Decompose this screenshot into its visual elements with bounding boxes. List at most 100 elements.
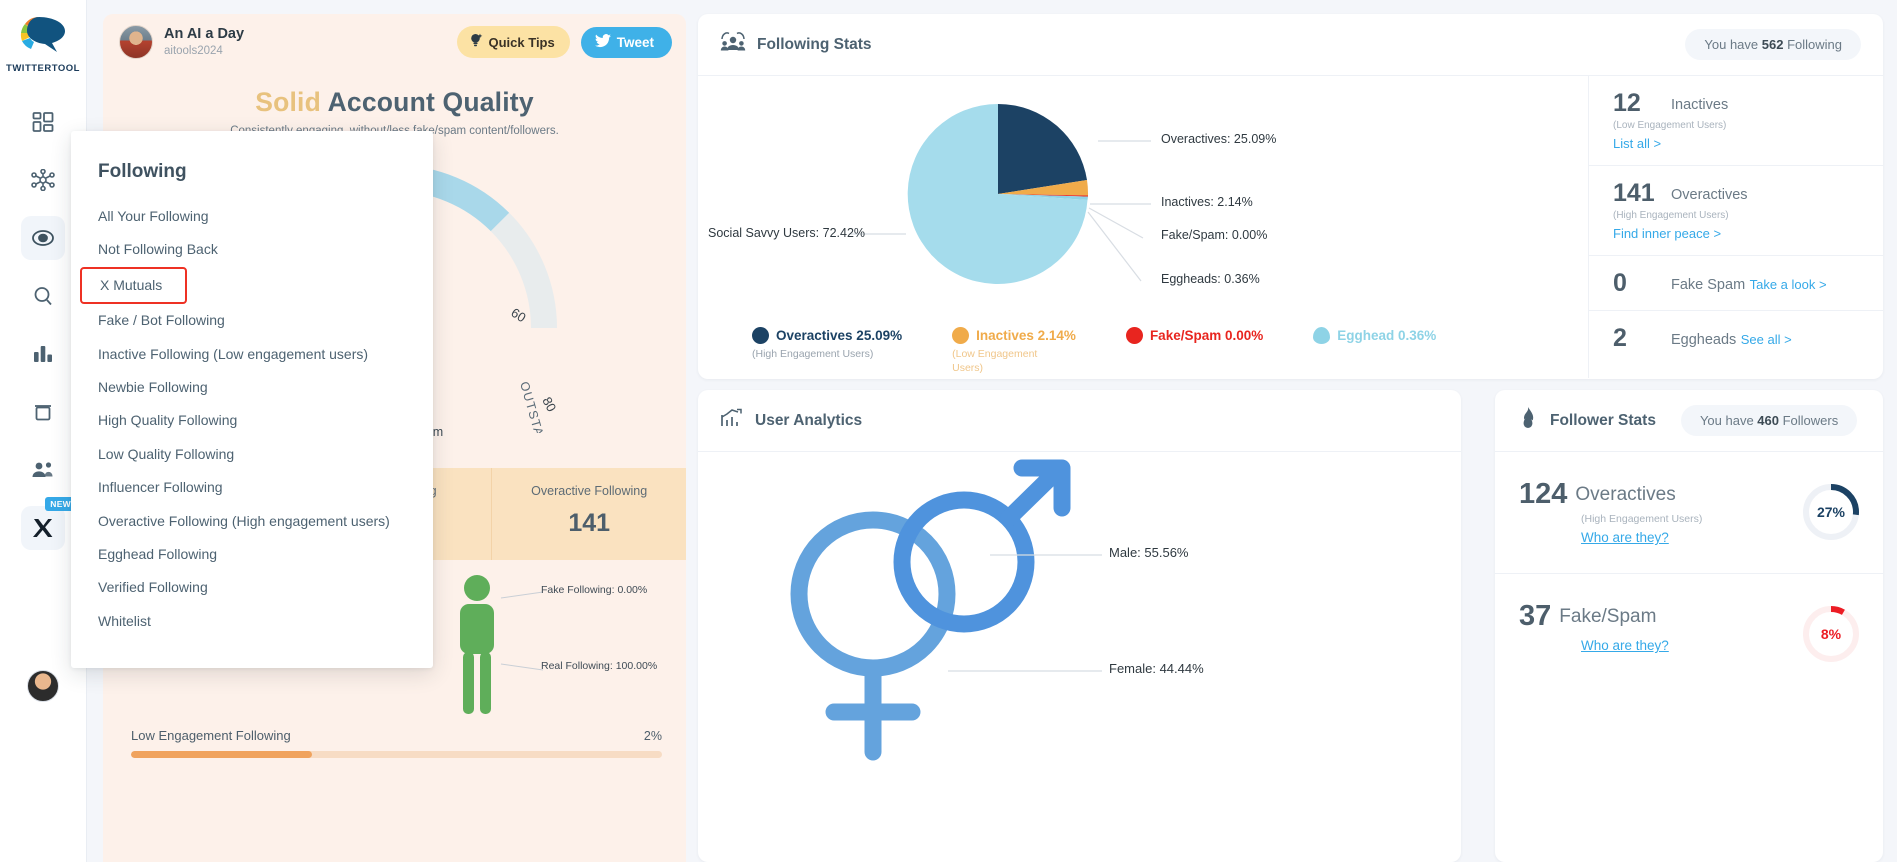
flame-icon [1517, 406, 1539, 435]
menu-item-not-following-back[interactable]: Not Following Back [71, 233, 433, 266]
sidebar-item-dashboard[interactable] [21, 100, 65, 144]
sidebar-item-cleanup[interactable] [21, 390, 65, 434]
following-pie-chart: Overactives: 25.09% Inactives: 2.14% Fak… [698, 76, 1588, 378]
side-row-link-see-all[interactable]: See all > [1741, 332, 1792, 347]
following-dropdown-menu[interactable]: Following All Your Following Not Followi… [71, 131, 433, 668]
x-logo-icon [32, 517, 54, 539]
bar-percent: 2% [643, 728, 662, 743]
person-note-real: Real Following: 100.00% [541, 660, 658, 672]
sidebar-item-analytics[interactable] [21, 332, 65, 376]
menu-item-high-quality-following[interactable]: High Quality Following [71, 404, 433, 437]
sidebar-item-network[interactable] [21, 158, 65, 202]
fake-spam-progress-ring: 8% [1801, 604, 1861, 664]
follower-row-link-who-are-they[interactable]: Who are they? [1581, 530, 1669, 545]
sidebar-item-circle[interactable] [21, 216, 65, 260]
legend-item-inactives: Inactives 2.14% (Low Engagement Users) [952, 327, 1076, 375]
bar-fill [131, 751, 312, 758]
side-row-link-list-all[interactable]: List all > [1613, 136, 1661, 151]
brand-name: TWITTERTOOL [6, 63, 80, 74]
legend-label: Inactives 2.14% [976, 328, 1076, 343]
side-row-number: 0 [1613, 269, 1627, 297]
menu-item-all-your-following[interactable]: All Your Following [71, 200, 433, 233]
menu-item-fake-bot-following[interactable]: Fake / Bot Following [71, 304, 433, 337]
follower-row-number: 37 [1519, 600, 1552, 632]
pie-label-overactives: Overactives: 25.09% [1161, 132, 1277, 146]
sidebar-user-avatar[interactable] [27, 670, 59, 702]
menu-item-low-quality-following[interactable]: Low Quality Following [71, 438, 433, 471]
legend-top: Fake/Spam 0.00% [1125, 327, 1263, 344]
following-stats-header: Following Stats You have 562 Following [698, 14, 1883, 76]
legend-top: Overactives 25.09% [752, 327, 902, 344]
menu-item-overactive-following[interactable]: Overactive Following (High engagement us… [71, 505, 433, 538]
legend-top: Inactives 2.14% [952, 327, 1076, 344]
user-analytics-title: User Analytics [755, 411, 863, 429]
engagement-bars: Low Engagement Following 2% [103, 718, 686, 758]
side-row-link-take-a-look[interactable]: Take a look > [1750, 277, 1827, 292]
profile-bar: An AI a Day aitools2024 Quick Tips Tweet [103, 14, 686, 70]
user-analytics-header: User Analytics [698, 390, 1461, 452]
user-analytics-panel: User Analytics Male: 55.56% Female: 44.4… [698, 390, 1461, 862]
menu-item-x-mutuals[interactable]: X Mutuals [80, 266, 187, 305]
circle-target-icon [30, 227, 56, 249]
quick-tips-button[interactable]: Quick Tips [456, 26, 570, 58]
tweet-button[interactable]: Tweet [580, 26, 672, 58]
sidebar-item-search[interactable] [21, 274, 65, 318]
side-row-number: 2 [1613, 324, 1627, 352]
menu-item-verified-following[interactable]: Verified Following [71, 571, 433, 604]
following-stats-body: Overactives: 25.09% Inactives: 2.14% Fak… [698, 76, 1883, 378]
legend-top: Egghead 0.36% [1313, 327, 1436, 344]
legend-label: Overactives 25.09% [776, 328, 903, 343]
svg-text:60: 60 [508, 305, 528, 325]
legend-item-fake-spam: Fake/Spam 0.00% [1125, 327, 1263, 375]
gender-symbols-chart [790, 459, 1102, 761]
bar-chart-icon [32, 343, 54, 365]
dashboard-icon [32, 111, 54, 133]
sidebar-item-users[interactable] [21, 448, 65, 492]
side-row-number: 141 [1613, 179, 1655, 207]
follower-row-left: 37 Fake/Spam Who are they? [1519, 600, 1801, 655]
menu-item-newbie-following[interactable]: Newbie Following [71, 371, 433, 404]
side-row-name: Inactives [1671, 97, 1729, 113]
quality-title-highlight: Solid [255, 87, 321, 117]
legend-item-egghead: Egghead 0.36% [1313, 327, 1436, 375]
pill-value: 460 [1757, 413, 1779, 428]
menu-item-inactive-following[interactable]: Inactive Following (Low engagement users… [71, 338, 433, 371]
following-stats-panel: Following Stats You have 562 Following O… [698, 14, 1883, 379]
pie-label-social-savvy: Social Savvy Users: 72.42% [708, 226, 866, 240]
overactives-percent: 27% [1816, 504, 1846, 520]
profile-handle: aitools2024 [164, 44, 223, 57]
legend-label: Egghead 0.36% [1337, 328, 1437, 343]
lightbulb-icon [469, 33, 483, 51]
menu-item-egghead-following[interactable]: Egghead Following [71, 538, 433, 571]
following-count-badge: You have 562 Following [1685, 29, 1861, 60]
egg-drop-icon [1313, 327, 1331, 344]
line-chart-icon [720, 407, 744, 434]
follower-row-link-who-are-they[interactable]: Who are they? [1581, 638, 1669, 653]
follower-stats-header: Follower Stats You have 460 Followers [1495, 390, 1883, 452]
fake-spam-percent: 8% [1820, 626, 1842, 642]
sidebar-item-x[interactable]: NEW [21, 497, 76, 550]
menu-item-influencer-following[interactable]: Influencer Following [71, 471, 433, 504]
tweet-label: Tweet [616, 34, 654, 50]
follower-stats-panel: Follower Stats You have 460 Followers 12… [1495, 390, 1883, 862]
menu-item-whitelist[interactable]: Whitelist [71, 605, 433, 638]
follower-stats-title: Follower Stats [1550, 411, 1656, 429]
pill-prefix: You have [1704, 37, 1762, 52]
pill-suffix: Followers [1779, 413, 1839, 428]
brand-logo: TWITTERTOOL [6, 14, 80, 74]
side-row-number: 12 [1613, 89, 1641, 117]
following-stats-title: Following Stats [757, 35, 872, 53]
ua-label-male: Male: 55.56% [1109, 545, 1189, 560]
profile-name: An AI a Day [164, 26, 245, 43]
pill-value: 562 [1761, 37, 1784, 52]
side-row-link-find-inner-peace[interactable]: Find inner peace > [1613, 226, 1721, 241]
follower-row-sub: (High Engagement Users) [1581, 513, 1703, 525]
bar-track [131, 751, 662, 758]
angry-face-icon [1125, 327, 1143, 344]
dropdown-title: Following [98, 161, 187, 182]
overactives-progress-ring: 27% [1801, 482, 1861, 542]
person-note-fake: Fake Following: 0.00% [541, 584, 648, 596]
pie-svg [850, 103, 1151, 284]
twitter-bird-icon [594, 33, 611, 51]
side-row-sub: (Low Engagement Users) [1613, 120, 1727, 131]
